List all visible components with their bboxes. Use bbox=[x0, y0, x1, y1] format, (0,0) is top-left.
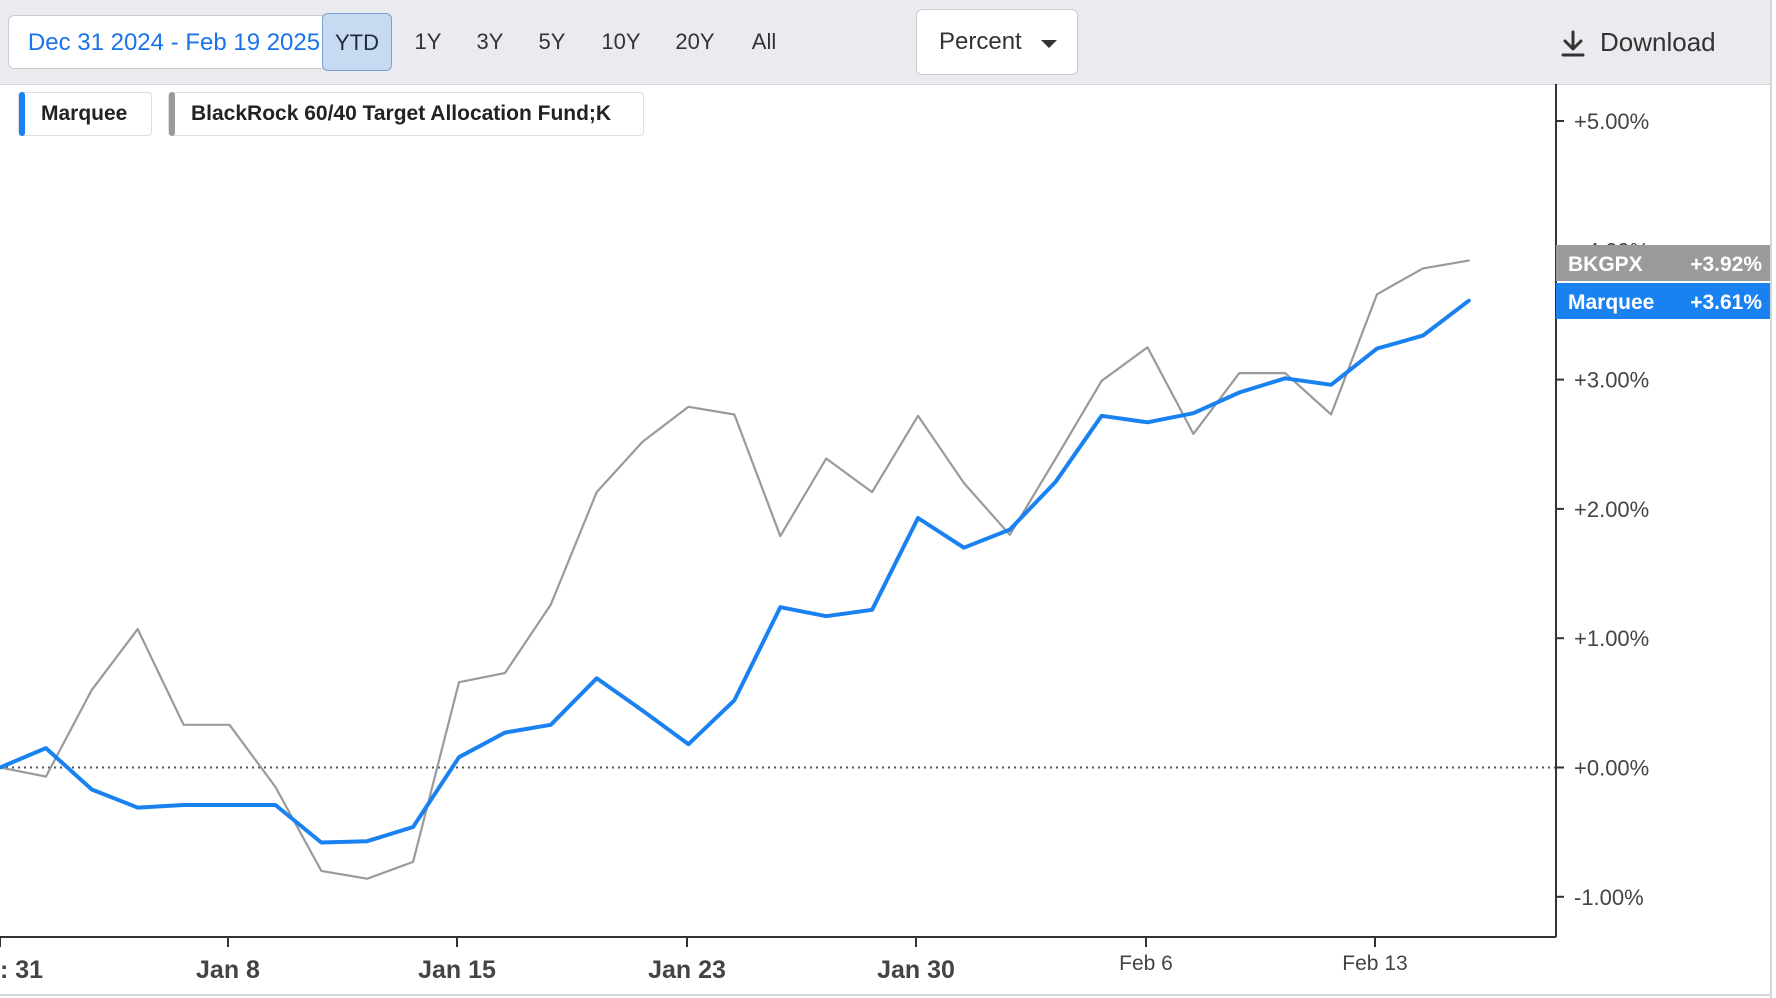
y-tick-label: -1.00% bbox=[1574, 885, 1644, 910]
x-tick-label: Jan 23 bbox=[648, 956, 726, 984]
legend-item-blackrock[interactable]: BlackRock 60/40 Target Allocation Fund;K bbox=[168, 92, 644, 136]
end-badge-bkgpx: BKGPX +3.92% bbox=[1556, 245, 1770, 281]
y-tick-label: +5.00% bbox=[1574, 109, 1649, 134]
series-line-bkgpx bbox=[0, 259, 1470, 880]
x-tick-label: Jan 30 bbox=[877, 956, 955, 984]
y-tick-label: +2.00% bbox=[1574, 497, 1649, 522]
legend-label: Marquee bbox=[41, 102, 128, 125]
end-badge-marquee: Marquee +3.61% bbox=[1556, 283, 1770, 319]
legend-swatch bbox=[169, 92, 175, 136]
series-line-marquee bbox=[0, 298, 1471, 845]
legend-item-marquee[interactable]: Marquee bbox=[18, 92, 152, 136]
y-tick-label: +1.00% bbox=[1574, 626, 1649, 651]
x-tick-label: Feb 13 bbox=[1342, 952, 1407, 975]
y-tick-label: +0.00% bbox=[1574, 756, 1649, 781]
legend-label: BlackRock 60/40 Target Allocation Fund;K bbox=[191, 102, 612, 125]
x-tick-label: Feb 6 bbox=[1119, 952, 1173, 975]
frame-border bbox=[0, 994, 1772, 996]
legend-swatch bbox=[19, 92, 25, 136]
x-tick-label: : 31 bbox=[0, 956, 43, 984]
badge-series-label: BKGPX bbox=[1568, 253, 1643, 276]
badge-value-label: +3.61% bbox=[1690, 291, 1762, 314]
x-tick-label: Jan 8 bbox=[196, 956, 260, 984]
y-tick-label: +3.00% bbox=[1574, 368, 1649, 393]
badge-series-label: Marquee bbox=[1568, 291, 1654, 314]
chart-area: +5.00%+4.00%+3.00%+2.00%+1.00%+0.00%-1.0… bbox=[0, 84, 1770, 984]
frame-border bbox=[1770, 0, 1772, 998]
badge-value-label: +3.92% bbox=[1690, 253, 1762, 276]
x-tick-label: Jan 15 bbox=[418, 956, 496, 984]
